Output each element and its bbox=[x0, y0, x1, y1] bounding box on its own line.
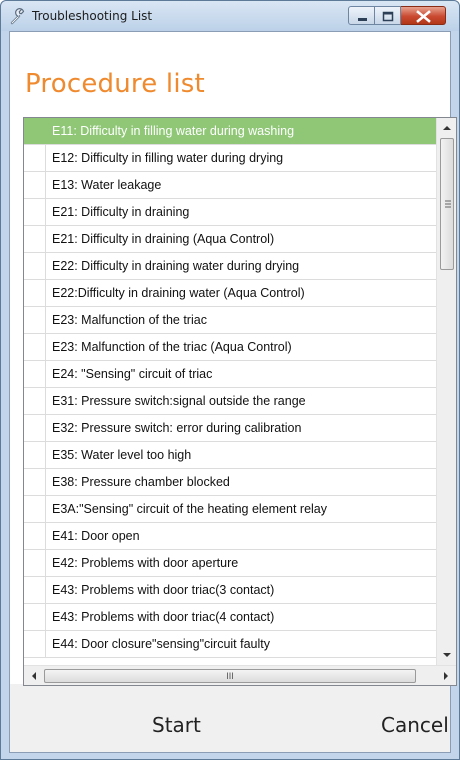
vertical-scroll-thumb[interactable] bbox=[440, 138, 454, 270]
list-item[interactable]: E23: Malfunction of the triac bbox=[24, 307, 436, 334]
procedure-list[interactable]: E11: Difficulty in filling water during … bbox=[23, 117, 457, 686]
list-item[interactable]: E42: Problems with door aperture bbox=[24, 550, 436, 577]
row-header-cell bbox=[24, 145, 46, 171]
row-header-cell bbox=[24, 280, 46, 306]
row-header-cell bbox=[24, 631, 46, 657]
scroll-left-arrow-icon[interactable] bbox=[24, 666, 44, 686]
title-bar[interactable]: Troubleshooting List bbox=[1, 1, 459, 31]
row-header-cell bbox=[24, 604, 46, 630]
row-header-cell bbox=[24, 523, 46, 549]
horizontal-scrollbar[interactable]: III bbox=[24, 665, 456, 685]
row-header-cell bbox=[24, 172, 46, 198]
list-item-label: E21: Difficulty in draining (Aqua Contro… bbox=[52, 232, 275, 246]
close-button[interactable] bbox=[401, 6, 446, 25]
row-header-cell bbox=[24, 361, 46, 387]
list-item[interactable]: E12: Difficulty in filling water during … bbox=[24, 145, 436, 172]
row-header-cell bbox=[24, 226, 46, 252]
list-item-label: E21: Difficulty in draining bbox=[52, 205, 190, 219]
close-icon bbox=[416, 10, 431, 23]
list-item-label: E12: Difficulty in filling water during … bbox=[52, 151, 284, 165]
list-item-label: E22: Difficulty in draining water during… bbox=[52, 259, 300, 273]
list-item-label: E13: Water leakage bbox=[52, 178, 162, 192]
list-item[interactable]: E38: Pressure chamber blocked bbox=[24, 469, 436, 496]
list-item[interactable]: E43: Problems with door triac(3 contact) bbox=[24, 577, 436, 604]
row-header-cell bbox=[24, 550, 46, 576]
troubleshooting-window: Troubleshooting List Procedure list E11:… bbox=[0, 0, 460, 760]
scroll-up-arrow-icon[interactable] bbox=[437, 118, 457, 138]
list-item-label: E23: Malfunction of the triac bbox=[52, 313, 207, 327]
grip-icon bbox=[445, 200, 451, 208]
row-header-cell bbox=[24, 469, 46, 495]
row-header-cell bbox=[24, 442, 46, 468]
list-item[interactable]: E35: Water level too high bbox=[24, 442, 436, 469]
list-item-label: E38: Pressure chamber blocked bbox=[52, 475, 230, 489]
list-item-label: E42: Problems with door aperture bbox=[52, 556, 239, 570]
row-header-cell bbox=[24, 388, 46, 414]
row-header-cell bbox=[24, 496, 46, 522]
window-title: Troubleshooting List bbox=[32, 9, 153, 23]
list-item[interactable]: E11: Difficulty in filling water during … bbox=[24, 118, 436, 145]
list-item-label: E24: "Sensing" circuit of triac bbox=[52, 367, 213, 381]
list-item-label: E23: Malfunction of the triac (Aqua Cont… bbox=[52, 340, 292, 354]
list-item[interactable]: E24: "Sensing" circuit of triac bbox=[24, 361, 436, 388]
list-item[interactable]: E3A:"Sensing" circuit of the heating ele… bbox=[24, 496, 436, 523]
cancel-button[interactable]: Cancel bbox=[381, 713, 449, 737]
list-item-label: E31: Pressure switch:signal outside the … bbox=[52, 394, 306, 408]
row-header-cell bbox=[24, 334, 46, 360]
minimize-icon bbox=[358, 18, 367, 21]
row-header-cell bbox=[24, 577, 46, 603]
row-header-cell bbox=[24, 253, 46, 279]
row-header-cell bbox=[24, 415, 46, 441]
scroll-right-arrow-icon[interactable] bbox=[436, 666, 456, 686]
list-item[interactable]: E41: Door open bbox=[24, 523, 436, 550]
list-item[interactable]: E32: Pressure switch: error during calib… bbox=[24, 415, 436, 442]
page-title: Procedure list bbox=[25, 69, 205, 99]
list-item[interactable]: E22: Difficulty in draining water during… bbox=[24, 253, 436, 280]
maximize-button[interactable] bbox=[375, 6, 401, 25]
vertical-scrollbar[interactable] bbox=[436, 118, 456, 665]
list-item[interactable]: E13: Water leakage bbox=[24, 172, 436, 199]
list-item[interactable]: E44: Door closure"sensing"circuit faulty bbox=[24, 631, 436, 658]
start-button[interactable]: Start bbox=[152, 713, 201, 737]
row-header-cell bbox=[24, 199, 46, 225]
list-item-label: E35: Water level too high bbox=[52, 448, 192, 462]
list-item[interactable]: E22:Difficulty in draining water (Aqua C… bbox=[24, 280, 436, 307]
list-item[interactable]: E21: Difficulty in draining (Aqua Contro… bbox=[24, 226, 436, 253]
list-item-label: E44: Door closure"sensing"circuit faulty bbox=[52, 637, 270, 651]
minimize-button[interactable] bbox=[348, 6, 375, 25]
list-item-label: E32: Pressure switch: error during calib… bbox=[52, 421, 302, 435]
grip-icon: III bbox=[226, 671, 234, 681]
maximize-icon bbox=[382, 11, 394, 22]
horizontal-scroll-thumb[interactable]: III bbox=[44, 669, 416, 683]
list-item-label: E3A:"Sensing" circuit of the heating ele… bbox=[52, 502, 327, 516]
scroll-down-arrow-icon[interactable] bbox=[437, 645, 457, 665]
list-item-label: E22:Difficulty in draining water (Aqua C… bbox=[52, 286, 305, 300]
wrench-icon bbox=[10, 8, 25, 25]
list-item-label: E43: Problems with door triac(3 contact) bbox=[52, 583, 275, 597]
row-header-cell bbox=[24, 307, 46, 333]
list-item[interactable]: E21: Difficulty in draining bbox=[24, 199, 436, 226]
row-header-cell bbox=[24, 118, 46, 144]
list-item[interactable]: E23: Malfunction of the triac (Aqua Cont… bbox=[24, 334, 436, 361]
list-item-label: E43: Problems with door triac(4 contact) bbox=[52, 610, 275, 624]
list-item-label: E11: Difficulty in filling water during … bbox=[52, 124, 295, 138]
list-item[interactable]: E31: Pressure switch:signal outside the … bbox=[24, 388, 436, 415]
list-item-label: E41: Door open bbox=[52, 529, 140, 543]
list-item[interactable]: E43: Problems with door triac(4 contact) bbox=[24, 604, 436, 631]
